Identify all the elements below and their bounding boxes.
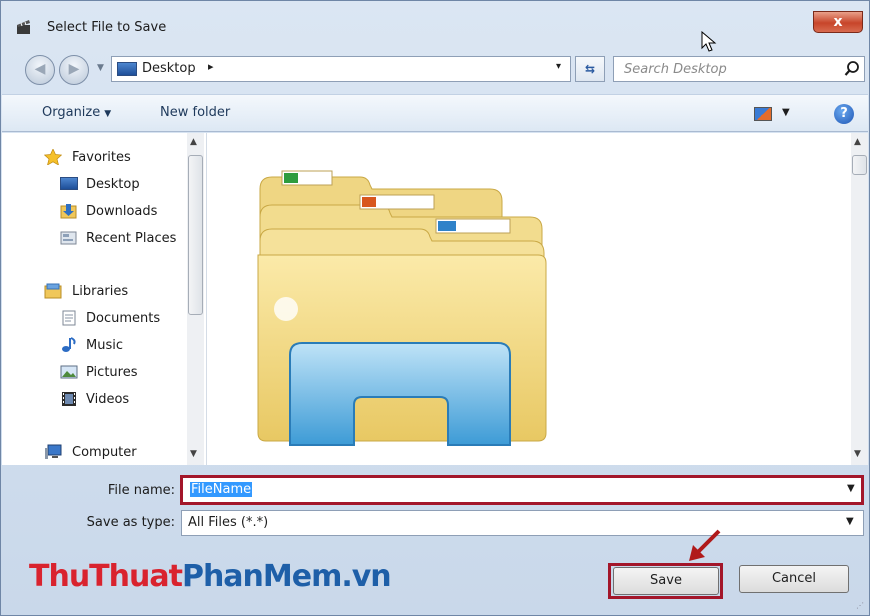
pictures-icon xyxy=(60,365,78,379)
desktop-icon xyxy=(60,177,78,190)
help-icon[interactable]: ? xyxy=(834,104,854,124)
organize-menu[interactable]: Organize ▼ xyxy=(42,105,111,120)
scroll-down-icon[interactable]: ▼ xyxy=(190,449,197,459)
save-as-type-dropdown-icon[interactable]: ▼ xyxy=(846,516,854,527)
search-input[interactable] xyxy=(615,58,835,80)
documents-icon xyxy=(62,310,76,326)
app-clapper-icon xyxy=(17,20,30,34)
content-area: Favorites Desktop Downloads Recent Place… xyxy=(2,133,868,465)
music-icon xyxy=(62,337,76,352)
computer-icon xyxy=(45,444,62,459)
downloads-icon xyxy=(60,204,77,219)
command-bar: Organize ▼ New folder ▼ ? xyxy=(2,94,868,132)
file-name-value[interactable]: FileName xyxy=(190,482,253,497)
recent-places-icon xyxy=(60,231,77,245)
window-title: Select File to Save xyxy=(47,20,167,35)
sidebar-item-pictures[interactable]: Pictures xyxy=(86,365,137,380)
forward-button[interactable]: ▶ xyxy=(59,55,89,85)
search-box[interactable] xyxy=(613,56,865,82)
refresh-button[interactable]: ⇆ xyxy=(575,56,605,82)
mouse-cursor-icon xyxy=(701,31,717,52)
watermark-part-3: .vn xyxy=(341,559,391,594)
save-file-dialog: Select File to Save x ◀ ▶ ▼ Desktop ▸ ▾ … xyxy=(0,0,870,616)
views-dropdown-icon[interactable]: ▼ xyxy=(782,107,790,118)
title-bar: Select File to Save x xyxy=(1,1,869,39)
videos-icon xyxy=(62,392,76,406)
address-dropdown-icon[interactable]: ▾ xyxy=(556,61,561,72)
scroll-up-icon[interactable]: ▲ xyxy=(854,137,861,147)
change-view-icon[interactable] xyxy=(754,107,772,121)
watermark-part-1: ThuThuat xyxy=(29,559,183,594)
save-as-type-value: All Files (*.*) xyxy=(188,515,269,530)
sidebar-item-favorites[interactable]: Favorites xyxy=(72,150,131,165)
new-folder-button[interactable]: New folder xyxy=(160,105,230,120)
sidebar-scrollbar[interactable]: ▲ ▼ xyxy=(187,133,204,465)
sidebar-item-desktop[interactable]: Desktop xyxy=(86,177,140,192)
save-button[interactable]: Save xyxy=(613,567,719,595)
desktop-icon xyxy=(117,62,137,76)
sidebar-item-libraries[interactable]: Libraries xyxy=(72,284,128,299)
sidebar-item-downloads[interactable]: Downloads xyxy=(86,204,157,219)
watermark-part-2: PhanMem xyxy=(181,559,342,594)
navigation-pane: Favorites Desktop Downloads Recent Place… xyxy=(2,133,207,465)
history-dropdown-icon[interactable]: ▼ xyxy=(97,63,104,73)
close-button[interactable]: x xyxy=(813,11,863,33)
star-icon xyxy=(44,149,62,165)
chevron-down-icon: ▼ xyxy=(104,109,112,119)
address-location[interactable]: Desktop xyxy=(142,61,196,76)
sidebar-item-recent-places[interactable]: Recent Places xyxy=(86,231,176,246)
search-icon[interactable] xyxy=(844,60,860,78)
resize-grip-icon[interactable]: ⋰ xyxy=(856,601,864,610)
windows-explorer-folder-icon xyxy=(257,170,547,446)
file-name-label: File name: xyxy=(107,483,175,498)
address-separator-icon[interactable]: ▸ xyxy=(208,60,214,73)
file-list-scroll-thumb[interactable] xyxy=(852,155,867,175)
address-bar[interactable]: Desktop ▸ ▾ xyxy=(111,56,571,82)
cancel-button[interactable]: Cancel xyxy=(739,565,849,593)
save-as-type-select[interactable]: All Files (*.*) ▼ xyxy=(181,510,864,536)
sidebar-item-videos[interactable]: Videos xyxy=(86,392,129,407)
scroll-down-icon[interactable]: ▼ xyxy=(854,449,861,459)
file-name-field[interactable]: FileName ▼ xyxy=(180,475,864,505)
sidebar-scroll-thumb[interactable] xyxy=(188,155,203,315)
file-list-scrollbar[interactable]: ▲ ▼ xyxy=(851,133,868,465)
libraries-icon xyxy=(44,283,62,299)
organize-label: Organize xyxy=(42,105,101,120)
sidebar-item-music[interactable]: Music xyxy=(86,338,123,353)
scroll-up-icon[interactable]: ▲ xyxy=(190,137,197,147)
sidebar-item-documents[interactable]: Documents xyxy=(86,311,160,326)
red-pointer-arrow-icon xyxy=(689,529,721,561)
file-name-dropdown-icon[interactable]: ▼ xyxy=(847,483,855,494)
back-button[interactable]: ◀ xyxy=(25,55,55,85)
watermark-logo: ThuThuatPhanMem.vn xyxy=(29,559,392,594)
file-list-pane[interactable] xyxy=(208,133,851,465)
sidebar-item-computer[interactable]: Computer xyxy=(72,445,137,460)
save-as-type-label: Save as type: xyxy=(86,515,175,530)
